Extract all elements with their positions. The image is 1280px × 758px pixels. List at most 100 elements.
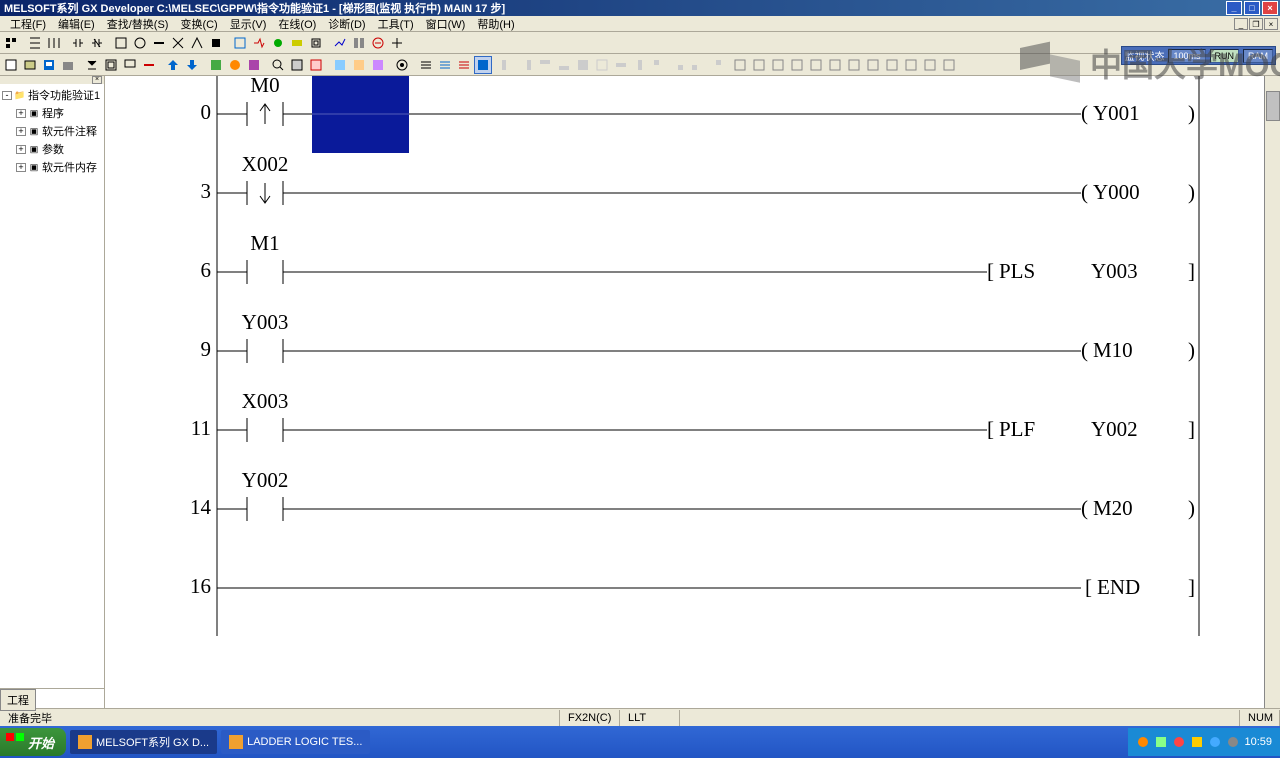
toolbar-button[interactable] xyxy=(688,56,706,74)
tree-expand-icon[interactable]: - xyxy=(2,91,12,100)
toolbar-button[interactable] xyxy=(788,56,806,74)
ladder-editor[interactable]: 0M0(Y001)3X002(Y000)6M1[PLSY003]9Y003(M1… xyxy=(105,76,1280,708)
toolbar-button[interactable] xyxy=(69,34,87,52)
toolbar-button[interactable] xyxy=(769,56,787,74)
mdi-close-button[interactable]: × xyxy=(1264,18,1278,30)
start-button[interactable]: 开始 xyxy=(0,728,66,756)
mdi-minimize-button[interactable]: _ xyxy=(1234,18,1248,30)
toolbar-button[interactable] xyxy=(40,56,58,74)
tree-expand-icon[interactable]: + xyxy=(16,109,26,118)
toolbar-button[interactable] xyxy=(393,56,411,74)
menu-item[interactable]: 工程(F) xyxy=(4,15,52,33)
toolbar-button[interactable] xyxy=(2,34,20,52)
sidebar-close-button[interactable]: × xyxy=(92,76,102,84)
toolbar-button[interactable] xyxy=(455,56,473,74)
toolbar-button[interactable] xyxy=(169,34,187,52)
toolbar-button[interactable] xyxy=(731,56,749,74)
toolbar-button[interactable] xyxy=(26,34,44,52)
menu-item[interactable]: 变换(C) xyxy=(174,15,223,33)
toolbar-button[interactable] xyxy=(940,56,958,74)
toolbar-button[interactable] xyxy=(536,56,554,74)
toolbar-button[interactable] xyxy=(350,56,368,74)
toolbar-button[interactable] xyxy=(369,56,387,74)
toolbar-button[interactable] xyxy=(669,56,687,74)
toolbar-button[interactable] xyxy=(350,34,368,52)
toolbar-button[interactable] xyxy=(231,34,249,52)
toolbar-button[interactable] xyxy=(112,34,130,52)
toolbar-button[interactable] xyxy=(845,56,863,74)
toolbar-button[interactable] xyxy=(864,56,882,74)
toolbar-button[interactable] xyxy=(417,56,435,74)
tray-icon[interactable] xyxy=(1136,735,1150,749)
toolbar-button[interactable] xyxy=(474,56,492,74)
tray-icon[interactable] xyxy=(1190,735,1204,749)
toolbar-button[interactable] xyxy=(88,34,106,52)
tree-expand-icon[interactable]: + xyxy=(16,145,26,154)
toolbar-button[interactable] xyxy=(331,34,349,52)
toolbar-button[interactable] xyxy=(245,56,263,74)
menu-item[interactable]: 窗口(W) xyxy=(420,15,472,33)
toolbar-button[interactable] xyxy=(226,56,244,74)
toolbar-button[interactable] xyxy=(288,56,306,74)
toolbar-button[interactable] xyxy=(140,56,158,74)
tree-item[interactable]: +▣软元件注释 xyxy=(2,122,102,140)
tray-icon[interactable] xyxy=(1208,735,1222,749)
toolbar-button[interactable] xyxy=(436,56,454,74)
toolbar-button[interactable] xyxy=(517,56,535,74)
menu-item[interactable]: 显示(V) xyxy=(224,15,273,33)
menu-item[interactable]: 诊断(D) xyxy=(322,15,371,33)
project-tree[interactable]: - 📁 指令功能验证1 +▣程序+▣软元件注释+▣参数+▣软元件内存 xyxy=(0,84,104,688)
tree-item[interactable]: +▣软元件内存 xyxy=(2,158,102,176)
scroll-thumb[interactable] xyxy=(1266,91,1280,121)
tree-item[interactable]: +▣参数 xyxy=(2,140,102,158)
tree-item[interactable]: +▣程序 xyxy=(2,104,102,122)
tray-icon[interactable] xyxy=(1154,735,1168,749)
tree-root[interactable]: - 📁 指令功能验证1 xyxy=(2,86,102,104)
toolbar-button[interactable] xyxy=(83,56,101,74)
toolbar-button[interactable] xyxy=(307,56,325,74)
toolbar-button[interactable] xyxy=(307,34,325,52)
toolbar-button[interactable] xyxy=(131,34,149,52)
menu-item[interactable]: 帮助(H) xyxy=(471,15,520,33)
toolbar-button[interactable] xyxy=(807,56,825,74)
minimize-button[interactable]: _ xyxy=(1226,1,1242,15)
toolbar-button[interactable] xyxy=(826,56,844,74)
tree-expand-icon[interactable]: + xyxy=(16,163,26,172)
maximize-button[interactable]: □ xyxy=(1244,1,1260,15)
toolbar-button[interactable] xyxy=(707,56,725,74)
toolbar-button[interactable] xyxy=(188,34,206,52)
toolbar-button[interactable] xyxy=(250,34,268,52)
mdi-restore-button[interactable]: ❐ xyxy=(1249,18,1263,30)
toolbar-button[interactable] xyxy=(331,56,349,74)
toolbar-button[interactable] xyxy=(921,56,939,74)
toolbar-button[interactable] xyxy=(498,56,516,74)
tree-expand-icon[interactable]: + xyxy=(16,127,26,136)
toolbar-button[interactable] xyxy=(650,56,668,74)
taskbar-item[interactable]: LADDER LOGIC TES... xyxy=(221,730,370,754)
toolbar-button[interactable] xyxy=(555,56,573,74)
toolbar-button[interactable] xyxy=(2,56,20,74)
menu-item[interactable]: 编辑(E) xyxy=(52,15,101,33)
tray-icon[interactable] xyxy=(1172,735,1186,749)
taskbar-item[interactable]: MELSOFT系列 GX D... xyxy=(70,730,217,754)
toolbar-button[interactable] xyxy=(574,56,592,74)
toolbar-button[interactable] xyxy=(388,34,406,52)
toolbar-button[interactable] xyxy=(593,56,611,74)
toolbar-button[interactable] xyxy=(883,56,901,74)
toolbar-button[interactable] xyxy=(207,56,225,74)
toolbar-button[interactable] xyxy=(59,56,77,74)
toolbar-button[interactable] xyxy=(45,34,63,52)
toolbar-button[interactable] xyxy=(21,56,39,74)
menu-item[interactable]: 工具(T) xyxy=(372,15,420,33)
toolbar-button[interactable] xyxy=(288,34,306,52)
toolbar-button[interactable] xyxy=(612,56,630,74)
toolbar-button[interactable] xyxy=(269,56,287,74)
toolbar-button[interactable] xyxy=(121,56,139,74)
clock[interactable]: 10:59 xyxy=(1244,736,1272,748)
close-button[interactable]: × xyxy=(1262,1,1278,15)
toolbar-button[interactable] xyxy=(150,34,168,52)
toolbar-button[interactable] xyxy=(183,56,201,74)
toolbar-button[interactable] xyxy=(269,34,287,52)
toolbar-button[interactable] xyxy=(631,56,649,74)
toolbar-button[interactable] xyxy=(164,56,182,74)
